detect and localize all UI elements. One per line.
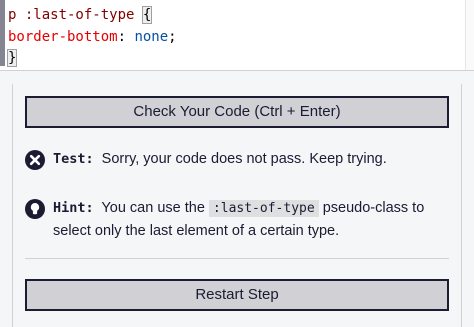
hint-text: Hint: You can use the :last-of-type pseu… <box>53 197 449 243</box>
semicolon: ; <box>168 29 177 45</box>
hint-text-before: You can use the <box>101 200 205 216</box>
open-brace: { <box>141 6 153 24</box>
code-line-3[interactable]: } <box>6 48 18 68</box>
x-circle-icon <box>25 150 45 170</box>
test-label: Test: <box>53 151 94 167</box>
css-selector: p :last-of-type <box>8 7 135 23</box>
restart-step-button[interactable]: Restart Step <box>25 279 449 311</box>
close-brace: } <box>6 49 18 67</box>
lightbulb-icon <box>25 199 45 219</box>
divider <box>25 258 449 259</box>
active-line-gutter <box>0 0 5 66</box>
test-text: Test: Sorry, your code does not pass. Ke… <box>53 148 449 171</box>
hint-label: Hint: <box>53 200 94 216</box>
editor-scrollbar[interactable] <box>465 0 474 70</box>
test-message: Sorry, your code does not pass. Keep try… <box>101 151 387 167</box>
css-value: none <box>134 29 169 45</box>
code-editor[interactable]: p :last-of-type { border-bottom: none; } <box>0 0 474 71</box>
code-line-2[interactable]: border-bottom: none; <box>8 27 177 47</box>
instructions-panel: Check Your Code (Ctrl + Enter) Test: Sor… <box>12 84 462 327</box>
colon: : <box>117 29 127 45</box>
check-code-button[interactable]: Check Your Code (Ctrl + Enter) <box>25 96 449 128</box>
code-line-1[interactable]: p :last-of-type { <box>8 5 153 25</box>
css-property: border-bottom <box>8 29 118 45</box>
hint-code: :last-of-type <box>208 200 319 217</box>
